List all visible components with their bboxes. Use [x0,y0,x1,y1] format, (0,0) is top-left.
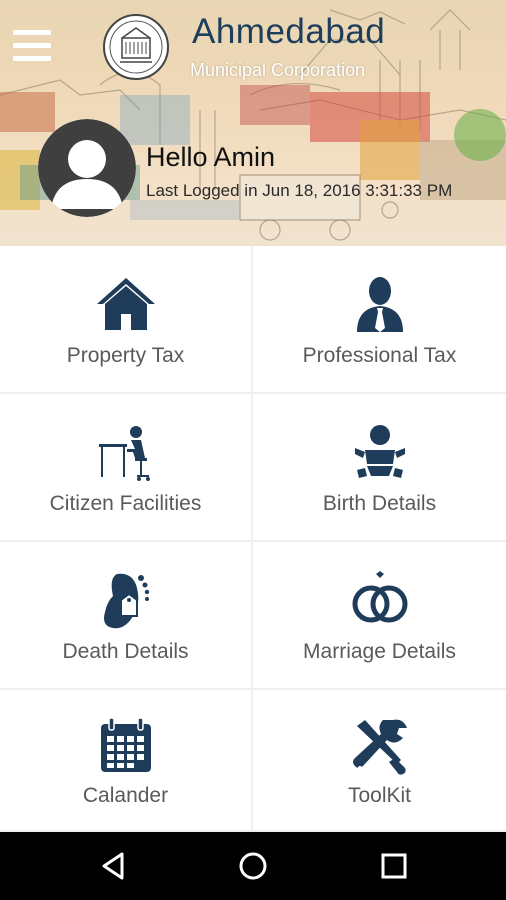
app-title: Ahmedabad [192,12,386,51]
toolkit-label: ToolKit [347,784,412,807]
tools-icon [352,719,407,775]
house-icon [96,278,155,330]
user-avatar-icon[interactable] [38,119,136,217]
property-tax-tile[interactable]: Property Tax [0,246,253,394]
businessman-icon [356,277,403,332]
recents-square-icon[interactable] [378,850,410,882]
amc-emblem-logo [103,14,169,80]
marriage-details-label: Marriage Details [303,640,456,663]
foot-tag-icon [103,573,149,629]
calander-tile[interactable]: Calander [0,690,253,832]
professional-tax-tile[interactable]: Professional Tax [253,246,506,394]
rings-icon [352,571,407,623]
death-details-label: Death Details [62,640,189,663]
birth-details-tile[interactable]: Birth Details [253,394,506,542]
menu-grid: Property Tax Professional Tax Citizen Fa… [0,246,506,832]
baby-icon [354,425,405,478]
person-at-desk-icon [98,426,150,481]
toolkit-tile[interactable]: ToolKit [253,690,506,832]
property-tax-label: Property Tax [66,344,185,367]
marriage-details-tile[interactable]: Marriage Details [253,542,506,690]
citizen-facilities-tile[interactable]: Citizen Facilities [0,394,253,542]
professional-tax-label: Professional Tax [302,344,457,367]
app-header: Ahmedabad Municipal Corporation Hello Am… [0,0,506,246]
app-subtitle: Municipal Corporation [190,60,366,80]
android-nav-bar [0,832,506,900]
calendar-icon [100,717,151,772]
back-triangle-icon[interactable] [98,850,130,882]
hamburger-menu-icon[interactable] [13,30,51,62]
citizen-facilities-label: Citizen Facilities [49,492,202,515]
birth-details-label: Birth Details [322,492,437,515]
death-details-tile[interactable]: Death Details [0,542,253,690]
home-circle-icon[interactable] [237,850,269,882]
greeting-text: Hello Amin [146,142,276,172]
calander-label: Calander [82,784,169,807]
last-logged-text: Last Logged in Jun 18, 2016 3:31:33 PM [146,181,453,200]
